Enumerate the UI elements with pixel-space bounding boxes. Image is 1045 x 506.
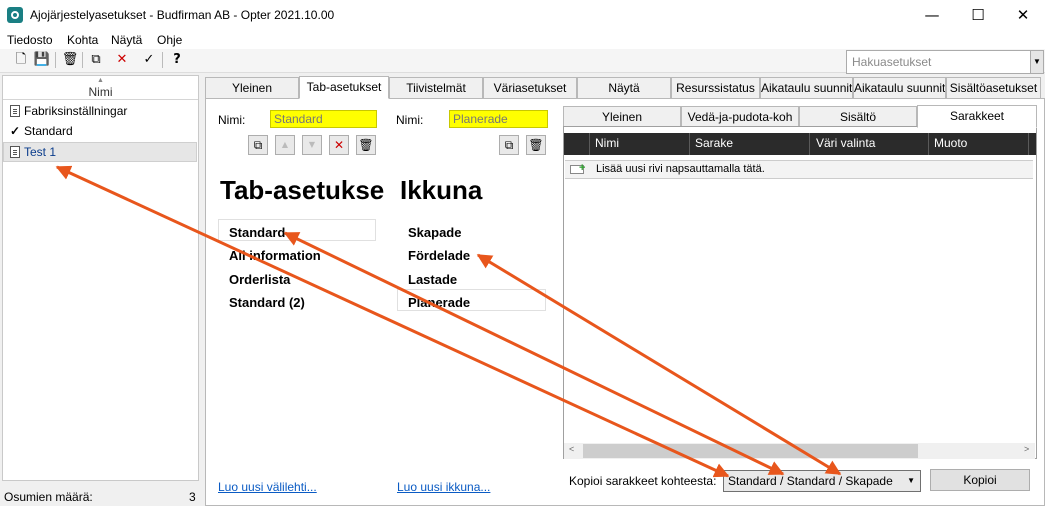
sort-asc-icon: ▲	[97, 77, 104, 84]
tabs-heading: Tab-asetukse	[220, 175, 384, 205]
list-item-label: Fabriksinställningar	[24, 104, 128, 118]
move-down-button[interactable]: ▼	[302, 135, 322, 155]
chevron-down-icon[interactable]: ▼	[1031, 50, 1044, 74]
menu-help[interactable]: Ohje	[157, 33, 182, 47]
column-header-label: Nimi	[88, 85, 113, 99]
tab-content-settings[interactable]: Sisältöasetukset	[946, 77, 1041, 99]
save-icon[interactable]: 💾	[33, 51, 51, 69]
cancel-icon[interactable]: ✕	[113, 51, 131, 69]
grid-column-separator	[689, 133, 690, 155]
plus-icon: +	[579, 162, 586, 174]
minimize-button[interactable]: —	[909, 0, 955, 31]
grid-header: Nimi Sarake Väri valinta Muoto	[564, 133, 1036, 155]
scrollbar-thumb[interactable]	[583, 444, 918, 458]
title-bar: Ajojärjestelyasetukset - Budfirman AB - …	[0, 0, 1045, 31]
menu-bar: Tiedosto Kohta Näytä Ohje	[0, 31, 1045, 49]
subtab-general[interactable]: Yleinen	[563, 106, 681, 128]
tab-summaries[interactable]: Tiivistelmät	[389, 77, 483, 99]
list-item-label: Standard	[24, 124, 73, 138]
grid-column-separator	[1028, 133, 1029, 155]
grid-column-color-choice[interactable]: Väri valinta	[816, 136, 875, 150]
grid-column-name[interactable]: Nimi	[595, 136, 619, 150]
scroll-right-icon[interactable]: >	[1024, 444, 1029, 454]
delete-icon[interactable]: 🗑	[61, 51, 79, 69]
toolbar-separator	[162, 52, 163, 68]
toolbar-separator	[82, 52, 83, 68]
move-up-button[interactable]: ▲	[275, 135, 295, 155]
tab-view[interactable]: Näytä	[577, 77, 671, 99]
tab-name-label: Nimi:	[218, 113, 246, 127]
grid-column-column[interactable]: Sarake	[695, 136, 733, 150]
help-icon[interactable]: ?	[168, 51, 186, 69]
copy-window-button[interactable]: ⧉	[499, 135, 519, 155]
grid-column-separator	[809, 133, 810, 155]
new-window-link[interactable]: Luo uusi ikkuna...	[397, 480, 490, 494]
close-button[interactable]: ✕	[1000, 0, 1045, 31]
add-new-row-label: Lisää uusi rivi napsauttamalla tätä.	[596, 163, 765, 175]
copy-button[interactable]: Kopioi	[930, 469, 1030, 491]
subtab-content[interactable]: Sisältö	[799, 106, 917, 128]
copy-tab-button[interactable]: ⧉	[248, 135, 268, 155]
window-name-field[interactable]: Planerade	[449, 110, 548, 128]
add-new-row[interactable]: + Lisää uusi rivi napsauttamalla tätä.	[565, 160, 1033, 179]
subtab-columns[interactable]: Sarakkeet	[917, 105, 1037, 128]
app-icon	[7, 7, 23, 23]
doc-icon	[10, 105, 20, 117]
window-title: Ajojärjestelyasetukset - Budfirman AB - …	[30, 8, 335, 22]
window-list-item[interactable]: Lastade	[408, 272, 457, 287]
tab-schedule-planning-2[interactable]: Aikataulu suunnitt	[853, 77, 946, 99]
new-icon[interactable]: 🗋	[12, 51, 30, 69]
grid-column-separator	[928, 133, 929, 155]
copy-columns-source-value: Standard / Standard / Skapade	[728, 474, 893, 488]
tab-list-item[interactable]: All information	[229, 248, 321, 263]
subtab-drag-drop[interactable]: Vedä-ja-pudota-koh	[681, 106, 799, 128]
delete-window-button[interactable]: 🗑	[526, 135, 546, 155]
toolbar-separator	[55, 52, 56, 68]
tab-list-item[interactable]: Standard	[229, 225, 285, 240]
hit-count-label: Osumien määrä:	[4, 490, 93, 504]
column-header-name[interactable]: ▲ Nimi	[3, 76, 198, 100]
maximize-button[interactable]: ☐	[955, 0, 1001, 31]
grid-column-separator	[589, 133, 590, 155]
window-list-item[interactable]: Skapade	[408, 225, 461, 240]
tab-color-settings[interactable]: Väriasetukset	[483, 77, 577, 99]
list-item[interactable]: ✓ Standard	[10, 122, 73, 140]
window-list-item[interactable]: Fördelade	[408, 248, 470, 263]
tab-list-item[interactable]: Orderlista	[229, 272, 290, 287]
hit-count-value: 3	[189, 490, 196, 504]
scroll-left-icon[interactable]: <	[569, 444, 574, 454]
tab-name-field[interactable]: Standard	[270, 110, 377, 128]
new-tab-link[interactable]: Luo uusi välilehti...	[218, 480, 317, 494]
tab-schedule-planning-1[interactable]: Aikataulu suunnitt	[760, 77, 853, 99]
list-item-label: Test 1	[24, 145, 57, 159]
remove-tab-button[interactable]: ✕	[329, 135, 349, 155]
delete-tab-button[interactable]: 🗑	[356, 135, 376, 155]
windows-heading: Ikkuna	[400, 175, 483, 205]
window-name-label: Nimi:	[396, 113, 424, 127]
tab-resource-status[interactable]: Resurssistatus	[671, 77, 760, 99]
copy-icon[interactable]: ⧉	[87, 51, 105, 69]
window-list-item[interactable]: Planerade	[408, 295, 470, 310]
check-icon: ✓	[10, 124, 21, 138]
copy-columns-label: Kopioi sarakkeet kohteesta:	[569, 474, 717, 488]
menu-file[interactable]: Tiedosto	[7, 33, 53, 47]
menu-item[interactable]: Kohta	[67, 33, 98, 47]
tab-general[interactable]: Yleinen	[205, 77, 299, 99]
list-item[interactable]: Test 1	[10, 143, 56, 161]
check-icon[interactable]: ✓	[140, 51, 158, 69]
chevron-down-icon: ▼	[907, 476, 915, 485]
copy-columns-source-select[interactable]: Standard / Standard / Skapade ▼	[723, 470, 921, 492]
list-item[interactable]: Fabriksinställningar	[10, 102, 127, 120]
tab-tab-settings[interactable]: Tab-asetukset	[299, 76, 389, 99]
menu-view[interactable]: Näytä	[111, 33, 142, 47]
tab-list-item[interactable]: Standard (2)	[229, 295, 305, 310]
grid-column-format[interactable]: Muoto	[934, 136, 967, 150]
search-input[interactable]: Hakuasetukset	[846, 50, 1031, 74]
doc-icon	[10, 146, 20, 158]
